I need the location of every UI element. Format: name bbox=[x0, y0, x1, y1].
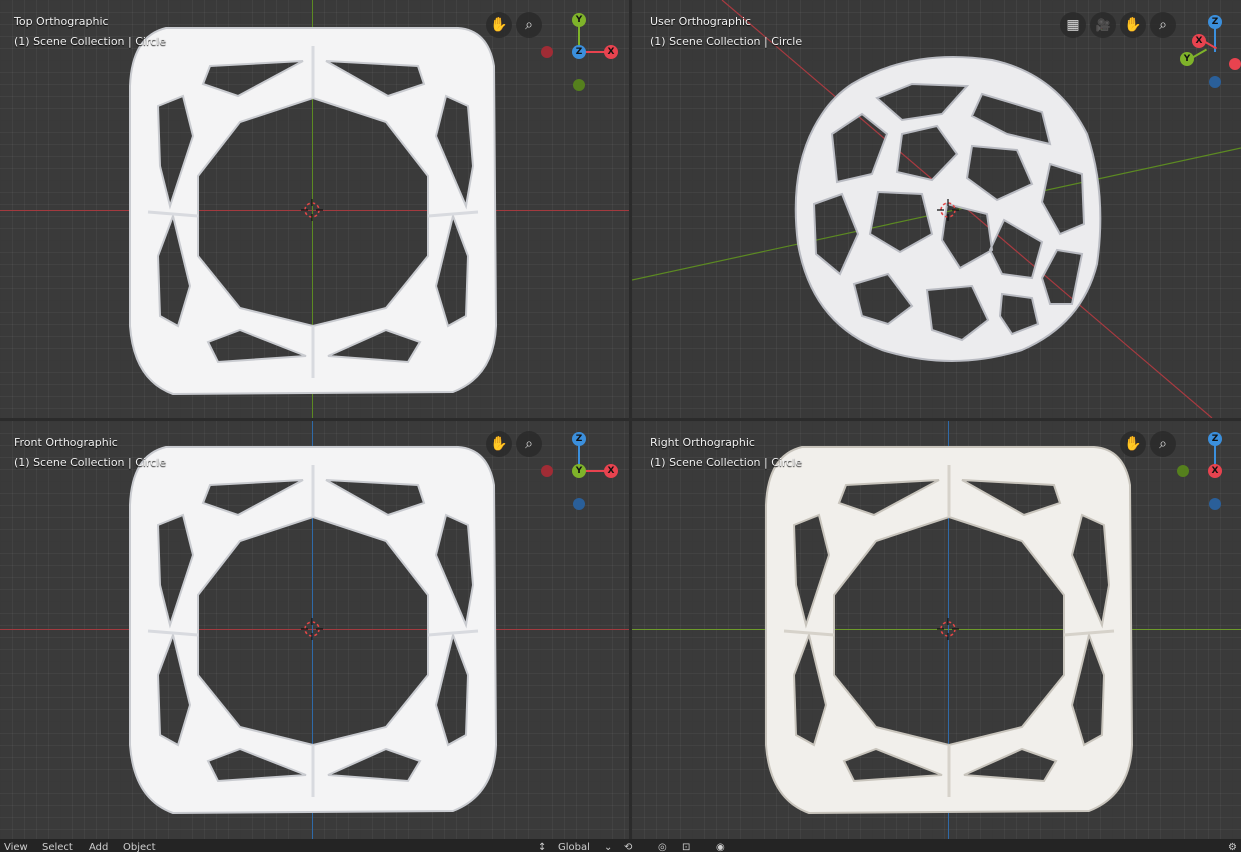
navigation-gizmo[interactable]: Z X bbox=[1172, 429, 1241, 519]
menu-view[interactable]: View bbox=[4, 841, 28, 852]
viewport-header-text: Right Orthographic (1) Scene Collection … bbox=[650, 433, 802, 473]
gizmo-neg-z[interactable] bbox=[573, 498, 585, 510]
options-icon[interactable]: ⚙ bbox=[1228, 841, 1237, 852]
3d-cursor[interactable] bbox=[937, 618, 959, 640]
toggle-grid-icon[interactable]: ▦ bbox=[1060, 12, 1086, 38]
snap-icon[interactable]: ◎ bbox=[658, 841, 667, 852]
gizmo-neg-z[interactable] bbox=[1209, 498, 1221, 510]
collection-object-label: (1) Scene Collection | Circle bbox=[14, 35, 167, 48]
gizmo-neg-y[interactable] bbox=[1177, 465, 1189, 477]
viewport-header-text: Front Orthographic (1) Scene Collection … bbox=[14, 433, 166, 473]
3d-cursor[interactable] bbox=[937, 199, 959, 221]
collection-object-label: (1) Scene Collection | Circle bbox=[14, 456, 167, 469]
view-name-label: User Orthographic bbox=[650, 15, 752, 28]
pan-hand-icon[interactable]: ✋ bbox=[1120, 12, 1146, 38]
collection-object-label: (1) Scene Collection | Circle bbox=[650, 35, 803, 48]
gizmo-z-axis[interactable]: Z bbox=[1208, 432, 1222, 446]
gizmo-x-axis[interactable]: X bbox=[604, 45, 618, 59]
menu-add[interactable]: Add bbox=[89, 841, 108, 852]
pivot-point-icon[interactable]: ⟲ bbox=[624, 841, 632, 852]
navigation-gizmo[interactable]: Z X Y bbox=[1172, 10, 1241, 95]
view-name-label: Front Orthographic bbox=[14, 436, 118, 449]
gizmo-neg-x[interactable] bbox=[541, 465, 553, 477]
chevron-down-icon: ⌄ bbox=[604, 842, 613, 852]
viewport-header-text: User Orthographic (1) Scene Collection |… bbox=[650, 12, 802, 52]
viewport-user-orthographic[interactable]: User Orthographic (1) Scene Collection |… bbox=[632, 0, 1241, 418]
viewport-header-text: Top Orthographic (1) Scene Collection | … bbox=[14, 12, 166, 52]
viewport-front-orthographic[interactable]: Front Orthographic (1) Scene Collection … bbox=[0, 421, 629, 839]
gizmo-z-axis[interactable]: Z bbox=[572, 432, 586, 446]
pan-hand-icon[interactable]: ✋ bbox=[1120, 431, 1146, 457]
pan-hand-icon[interactable]: ✋ bbox=[486, 12, 512, 38]
gizmo-y-axis[interactable]: Y bbox=[1180, 52, 1194, 66]
menu-object[interactable]: Object bbox=[123, 841, 156, 852]
viewport-menubar: View Select Add Object ↕ Global ⌄ ⟲ ◎ ⊡ … bbox=[0, 839, 1241, 852]
camera-view-icon[interactable]: 🎥 bbox=[1090, 12, 1116, 38]
navigation-gizmo[interactable]: Y Z X bbox=[538, 10, 628, 100]
viewport-right-orthographic[interactable]: Right Orthographic (1) Scene Collection … bbox=[632, 421, 1241, 839]
collection-object-label: (1) Scene Collection | Circle bbox=[650, 456, 803, 469]
view-name-label: Top Orthographic bbox=[14, 15, 109, 28]
gizmo-y-axis[interactable]: Y bbox=[572, 13, 586, 27]
menu-select[interactable]: Select bbox=[42, 841, 73, 852]
gizmo-neg-x[interactable] bbox=[1229, 58, 1241, 70]
gizmo-z-axis[interactable]: Z bbox=[572, 45, 586, 59]
proportional-edit-icon[interactable]: ◉ bbox=[716, 841, 725, 852]
gizmo-y-axis[interactable]: Y bbox=[572, 464, 586, 478]
snap-target-icon[interactable]: ⊡ bbox=[682, 841, 690, 852]
viewport-top-orthographic[interactable]: Top Orthographic (1) Scene Collection | … bbox=[0, 0, 629, 418]
transform-orientation-dropdown[interactable]: Global bbox=[558, 841, 590, 852]
3d-cursor[interactable] bbox=[301, 199, 323, 221]
gizmo-neg-y[interactable] bbox=[573, 79, 585, 91]
gizmo-neg-x[interactable] bbox=[541, 46, 553, 58]
gizmo-x-axis[interactable]: X bbox=[1192, 34, 1206, 48]
view-name-label: Right Orthographic bbox=[650, 436, 755, 449]
navigation-gizmo[interactable]: Z Y X bbox=[538, 429, 628, 519]
gizmo-neg-z[interactable] bbox=[1209, 76, 1221, 88]
transform-orientation-icon[interactable]: ↕ bbox=[538, 841, 546, 852]
pan-hand-icon[interactable]: ✋ bbox=[486, 431, 512, 457]
3d-cursor[interactable] bbox=[301, 618, 323, 640]
gizmo-x-axis[interactable]: X bbox=[604, 464, 618, 478]
gizmo-z-axis[interactable]: Z bbox=[1208, 15, 1222, 29]
gizmo-x-axis[interactable]: X bbox=[1208, 464, 1222, 478]
